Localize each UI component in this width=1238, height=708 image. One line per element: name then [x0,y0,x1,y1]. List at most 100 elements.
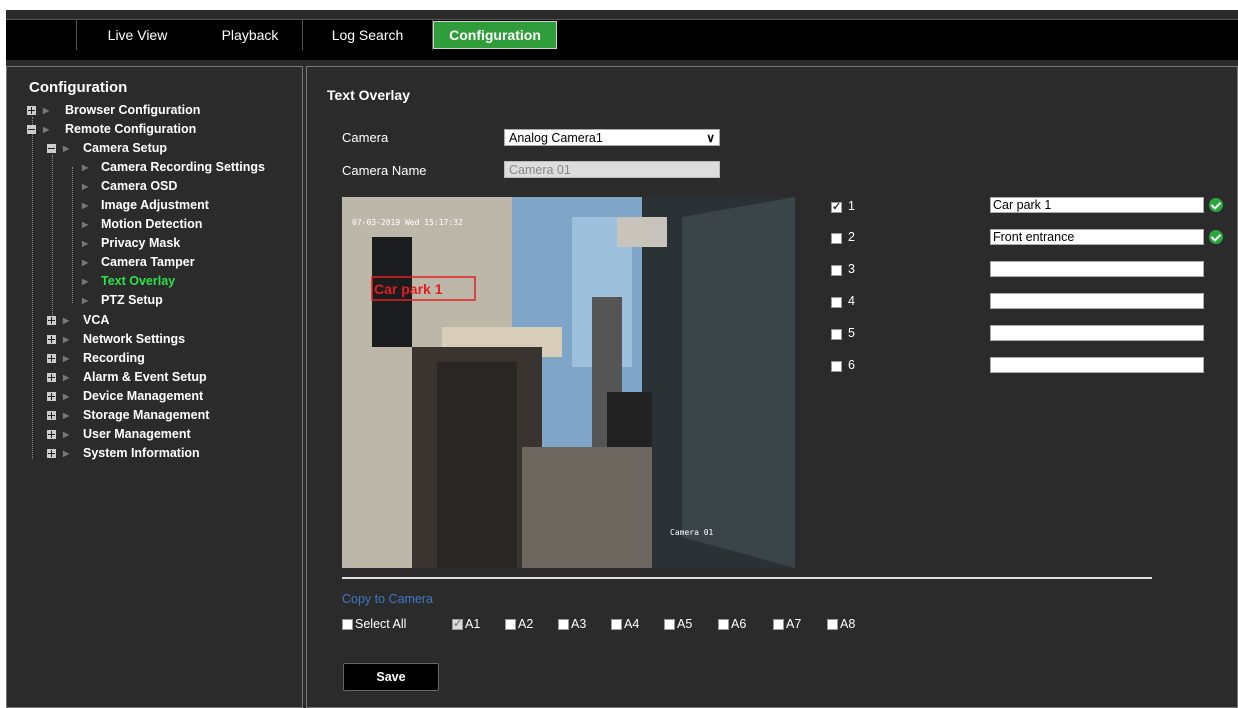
tree-arrow-icon: ▶ [63,144,70,153]
overlay-text-input-5[interactable] [990,325,1204,341]
tree-item-camera-setup[interactable]: ▶ Camera Setup [47,139,167,158]
select-all-checkbox[interactable]: Select All [342,616,406,632]
overlay-number-1: 1 [848,199,855,213]
expand-icon[interactable] [47,335,56,344]
copy-camera-a7[interactable]: A7 [773,616,801,632]
tab-strip: Live View Playback Log Search Configurat… [6,20,557,50]
tree-item-camera-tamper[interactable]: ▶ Camera Tamper [77,253,195,272]
copy-camera-a2[interactable]: A2 [505,616,533,632]
checkbox[interactable] [342,618,353,630]
tree-item-image-adjustment[interactable]: ▶ Image Adjustment [77,196,209,215]
config-sidebar: Configuration ▶ Browser Configuration ▶ … [6,66,303,708]
tree-item-recording[interactable]: ▶ Recording [47,349,145,368]
tab-spacer [6,20,77,50]
checkbox[interactable] [452,617,463,630]
expand-icon[interactable] [47,316,56,325]
tree-item-alarm-event-setup[interactable]: ▶ Alarm & Event Setup [47,368,207,387]
overlay-checkbox-2[interactable] [831,233,842,244]
overlay-number-2: 2 [848,230,855,244]
page-title: Text Overlay [327,87,411,103]
tree-item-text-overlay[interactable]: ▶ Text Overlay [77,272,175,291]
checkbox[interactable] [773,618,784,630]
copy-camera-a5[interactable]: A5 [664,616,692,632]
tree-item-motion-detection[interactable]: ▶ Motion Detection [77,215,202,234]
overlay-number-3: 3 [848,262,855,276]
tree-arrow-icon: ▶ [82,239,89,248]
expand-icon[interactable] [47,449,56,458]
collapse-icon[interactable] [27,125,36,134]
tree-item-camera-osd[interactable]: ▶ Camera OSD [77,177,177,196]
top-nav-bar: Live View Playback Log Search Configurat… [6,19,1238,60]
copy-camera-a4[interactable]: A4 [611,616,639,632]
tab-log-search[interactable]: Log Search [303,20,433,50]
tree-arrow-icon: ▶ [63,316,70,325]
overlay-text-input-4[interactable] [990,293,1204,309]
overlay-text-input-3[interactable] [990,261,1204,277]
checkbox[interactable] [664,618,675,630]
overlay-checkbox-6[interactable] [831,361,842,372]
tab-playback[interactable]: Playback [198,20,303,50]
overlay-checkbox-4[interactable] [831,297,842,308]
overlay-checkbox-1[interactable] [831,200,842,213]
copy-camera-a8[interactable]: A8 [827,616,855,632]
checkbox[interactable] [558,618,569,630]
tree-arrow-icon: ▶ [63,354,70,363]
camera-preview: 07-03-2019 Wed 15:17:32 Car park 1 Camer… [342,197,795,568]
tree-arrow-icon: ▶ [63,430,70,439]
checkbox[interactable] [718,618,729,630]
tree-item-device-management[interactable]: ▶ Device Management [47,387,203,406]
tree-item-privacy-mask[interactable]: ▶ Privacy Mask [77,234,180,253]
camera-label: Camera [342,130,389,145]
overlay-text-input-6[interactable] [990,357,1204,373]
overlay-text-input-2[interactable]: Front entrance [990,229,1204,245]
tree-item-ptz-setup[interactable]: ▶ PTZ Setup [77,291,163,310]
tree-item-remote-configuration[interactable]: ▶ Remote Configuration [27,120,196,139]
app-window: Live View Playback Log Search Configurat… [6,10,1238,708]
expand-icon[interactable] [47,430,56,439]
checkbox[interactable] [827,618,838,630]
tree-arrow-icon: ▶ [82,182,89,191]
tree-item-user-management[interactable]: ▶ User Management [47,425,191,444]
tab-live-view[interactable]: Live View [77,20,198,50]
check-circle-icon [1209,198,1223,212]
overlay-number-4: 4 [848,294,855,308]
expand-icon[interactable] [27,106,36,115]
tree-arrow-icon: ▶ [82,296,89,305]
overlay-text-input-1[interactable]: Car park 1 [990,197,1204,213]
collapse-icon[interactable] [47,144,56,153]
overlay-number-5: 5 [848,326,855,340]
copy-camera-a3[interactable]: A3 [558,616,586,632]
copy-camera-a1[interactable]: A1 [452,616,480,632]
overlay-checkbox-3[interactable] [831,265,842,276]
chevron-down-icon: ∨ [706,131,715,145]
tree-arrow-icon: ▶ [82,220,89,229]
checkbox[interactable] [611,618,622,630]
expand-icon[interactable] [47,354,56,363]
tree-arrow-icon: ▶ [63,411,70,420]
checkbox[interactable] [505,618,516,630]
tree-arrow-icon: ▶ [63,392,70,401]
tree-item-vca[interactable]: ▶ VCA [47,311,109,330]
tree-item-camera-recording-settings[interactable]: ▶ Camera Recording Settings [77,158,265,177]
tree-item-system-information[interactable]: ▶ System Information [47,444,200,463]
camera-select[interactable]: Analog Camera1 ∨ [504,129,720,146]
camera-select-value: Analog Camera1 [509,131,603,145]
overlay-number-6: 6 [848,358,855,372]
expand-icon[interactable] [47,373,56,382]
tree-item-storage-management[interactable]: ▶ Storage Management [47,406,209,425]
tree-arrow-icon: ▶ [43,125,50,134]
preview-camera-caption: Camera 01 [670,528,714,537]
tree-arrow-icon: ▶ [63,449,70,458]
expand-icon[interactable] [47,411,56,420]
copy-camera-a6[interactable]: A6 [718,616,746,632]
text-overlay-panel: Text Overlay Camera Analog Camera1 ∨ Cam… [306,66,1238,708]
preview-overlay-text: Car park 1 [374,281,443,297]
tree-arrow-icon: ▶ [82,258,89,267]
tab-configuration[interactable]: Configuration [433,21,557,49]
sidebar-title: Configuration [29,79,128,96]
tree-item-network-settings[interactable]: ▶ Network Settings [47,330,185,349]
tree-item-browser-configuration[interactable]: ▶ Browser Configuration [27,101,200,120]
expand-icon[interactable] [47,392,56,401]
overlay-checkbox-5[interactable] [831,329,842,340]
save-button[interactable]: Save [343,663,439,691]
